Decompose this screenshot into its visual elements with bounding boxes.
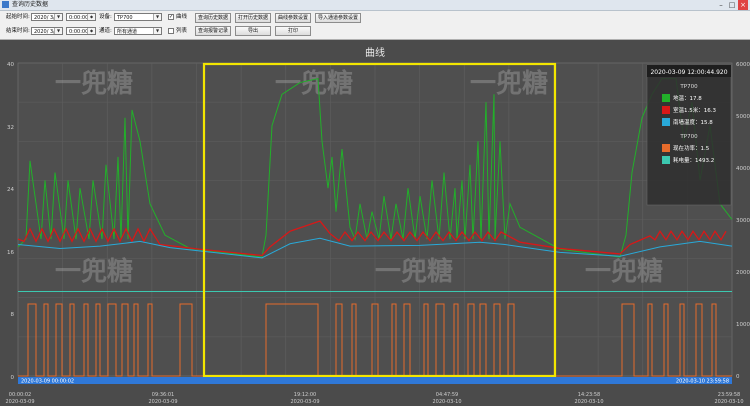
chevron-down-icon: ▼ [54,14,62,20]
channel-select[interactable]: 所有通道 ▼ [114,27,162,35]
watermark: 一兜糖 [585,256,663,287]
x-tick-date: 2020-03-09 [148,399,177,405]
window-title: 查询历史数据 [12,1,49,8]
right-tick-label: 4000 [736,166,750,172]
start-time-field[interactable]: 0:00:00 ◆ [66,13,96,21]
x-tick-date: 2020-03-10 [714,399,743,405]
device-label: 设备: [99,14,112,20]
tooltip-item: 耗电量：1493.2 [673,156,714,164]
end-time-field[interactable]: 0:00:00 ◆ [66,27,96,35]
minimize-icon[interactable]: – [716,0,726,10]
start-date-picker[interactable]: 2020/ 3/ 9 ▼ [31,13,63,21]
device-select[interactable]: TP700 ▼ [114,13,162,21]
close-icon[interactable]: × [738,0,748,10]
list-checkbox[interactable] [168,28,174,34]
open-history-button[interactable]: 打开历史数据 [235,13,271,23]
legend-swatch [662,156,670,164]
export-button[interactable]: 导出 [235,26,271,36]
curve-params-button[interactable]: 曲线参数设置 [275,13,311,23]
right-tick-label: 0 [736,374,740,380]
left-tick-label: 0 [11,375,15,381]
right-tick-label: 5000 [736,114,750,120]
zoom-end-label: 2020-03-10 23:59:58 [676,379,729,385]
channel-label: 通道: [99,28,112,34]
tooltip-item: 室温1.5米：16.3 [673,106,716,114]
app-icon [2,1,9,8]
watermark: 一兜糖 [55,256,133,287]
right-tick-label: 3000 [736,218,750,224]
x-tick-date: 2020-03-10 [574,399,603,405]
device-value: TP700 [117,15,133,21]
title-bar: 查询历史数据 – □ × [0,0,750,11]
x-tick-label: 19:12:00 [294,392,316,398]
chevron-down-icon: ▼ [153,28,161,34]
chevron-down-icon: ▼ [153,14,161,20]
end-time-value: 0:00:00 [69,29,89,35]
query-alarm-button[interactable]: 查询报警记录 [195,26,231,36]
toolbar: 起始时间: 2020/ 3/ 9 ▼ 0:00:00 ◆ 设备: TP700 ▼ 结束… [0,11,750,40]
left-tick-label: 24 [7,187,14,193]
legend-swatch [662,144,670,152]
maximize-icon[interactable]: □ [727,0,737,10]
spinner-icon: ◆ [87,14,95,20]
query-history-button[interactable]: 查询历史数据 [195,13,231,23]
zoom-start-label: 2020-03-09 00:00:02 [21,379,74,385]
left-tick-label: 8 [11,312,15,318]
x-tick-label: 04:47:59 [436,392,458,398]
history-chart[interactable]: 曲线 40 32 24 16 8 0 6000 5000 4000 3000 2… [0,40,750,406]
import-channel-params-button[interactable]: 导入通道参数设置 [315,13,361,23]
watermark: 一兜糖 [470,68,548,99]
curve-checkbox-label: 曲线 [176,14,188,20]
watermark: 一兜糖 [275,68,353,99]
start-time-label: 起始时间: [6,14,30,20]
list-checkbox-label: 列表 [176,28,188,34]
legend-swatch [662,94,670,102]
legend-swatch [662,118,670,126]
left-tick-label: 16 [7,250,14,256]
left-tick-label: 40 [7,62,14,68]
right-tick-label: 1000 [736,322,750,328]
curve-checkbox[interactable]: ✓ [168,14,174,20]
print-button[interactable]: 打印 [275,26,311,36]
watermark: 一兜糖 [375,256,453,287]
chevron-down-icon: ▼ [54,28,62,34]
x-tick-label: 00:00:02 [9,392,31,398]
tooltip-item: 现在功率：1.5 [673,144,710,152]
x-tick-date: 2020-03-09 [5,399,34,405]
right-tick-label: 2000 [736,270,750,276]
tooltip-item: 地温：17.8 [673,94,702,102]
end-time-label: 结束时间: [6,28,30,34]
spinner-icon: ◆ [87,28,95,34]
legend-swatch [662,106,670,114]
tooltip: 2020-03-09 12:00:44.920 TP700 地温：17.8 室温… [646,64,732,206]
left-tick-label: 32 [7,125,14,131]
x-tick-label: 23:59:58 [718,392,740,398]
x-tick-label: 14:23:58 [578,392,600,398]
end-date-picker[interactable]: 2020/ 3/11 ▼ [31,27,63,35]
watermark: 一兜糖 [55,68,133,99]
x-tick-date: 2020-03-09 [290,399,319,405]
x-tick-label: 09:36:01 [152,392,174,398]
channel-value: 所有通道 [117,29,138,35]
tooltip-group-title: TP700 [679,134,698,140]
x-tick-date: 2020-03-10 [432,399,461,405]
zoom-range-bar[interactable] [18,377,732,384]
tooltip-group-title: TP700 [679,84,698,90]
tooltip-time: 2020-03-09 12:00:44.920 [650,69,727,76]
right-tick-label: 6000 [736,62,750,68]
tooltip-item: 南墙温度：15.8 [673,118,713,126]
chart-title: 曲线 [365,46,385,59]
start-time-value: 0:00:00 [69,15,89,21]
